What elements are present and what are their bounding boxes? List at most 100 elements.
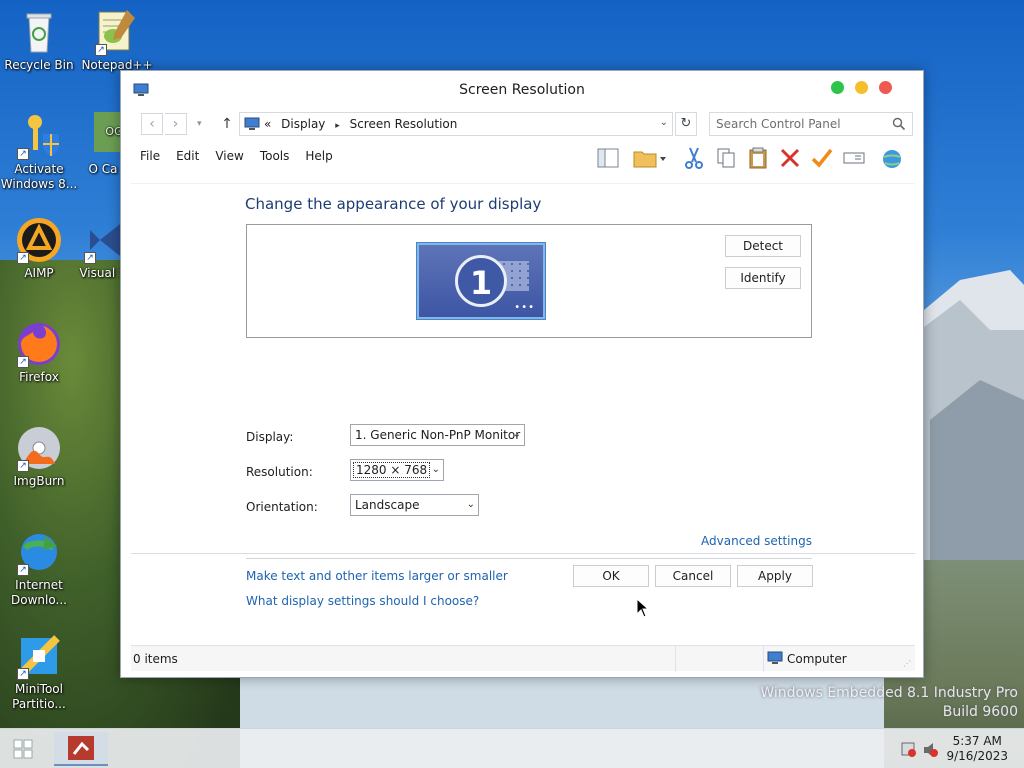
breadcrumb-separator-icon[interactable]: ▸ bbox=[335, 121, 340, 131]
recycle-bin-icon bbox=[15, 8, 63, 56]
breadcrumb-screen-resolution[interactable]: Screen Resolution bbox=[350, 117, 458, 131]
paste-icon[interactable] bbox=[745, 145, 771, 171]
windows-logo-icon bbox=[13, 739, 33, 759]
desktop-icon-aimp[interactable]: ↗ AIMP bbox=[0, 216, 78, 281]
chevron-down-icon: ⌄ bbox=[466, 499, 475, 510]
search-input[interactable] bbox=[716, 116, 886, 132]
forward-button[interactable]: › bbox=[165, 113, 187, 135]
back-button[interactable]: ‹ bbox=[141, 113, 163, 135]
status-separator bbox=[763, 646, 764, 672]
apply-button[interactable]: Apply bbox=[737, 565, 813, 587]
main-content: Change the appearance of your display 1 … bbox=[131, 183, 915, 623]
layout-pane-icon[interactable] bbox=[595, 145, 621, 171]
monitor-1-tile[interactable]: 1 ••• bbox=[417, 243, 545, 319]
key-shield-icon: ↗ bbox=[15, 112, 63, 160]
copy-icon[interactable] bbox=[713, 145, 739, 171]
computer-icon bbox=[767, 651, 783, 664]
window-titlebar[interactable]: Screen Resolution bbox=[121, 71, 923, 111]
desktop-icon-firefox[interactable]: ↗ Firefox bbox=[0, 320, 78, 385]
firefox-icon: ↗ bbox=[15, 320, 63, 368]
start-button[interactable] bbox=[4, 733, 42, 765]
rename-icon[interactable] bbox=[841, 145, 867, 171]
display-arrangement-panel: 1 ••• Detect Identify bbox=[246, 224, 812, 338]
os-watermark: Windows Embedded 8.1 Industry Pro Build … bbox=[760, 685, 1018, 720]
globe-icon[interactable] bbox=[879, 145, 905, 171]
desktop-icon-internet-download-manager[interactable]: ↗ Internet Downlo... bbox=[0, 528, 78, 608]
item-count: 0 items bbox=[133, 652, 178, 666]
shortcut-arrow-icon: ↗ bbox=[17, 564, 29, 576]
toolbox-icon bbox=[68, 736, 94, 760]
up-button[interactable]: ↑ bbox=[217, 113, 237, 135]
detect-button[interactable]: Detect bbox=[725, 235, 801, 257]
display-select[interactable]: 1. Generic Non-PnP Monitor ⌄ bbox=[350, 424, 525, 446]
shortcut-arrow-icon: ↗ bbox=[17, 460, 29, 472]
arrow-up-icon: ↑ bbox=[221, 116, 233, 132]
resize-grip-icon[interactable]: ⋰ bbox=[903, 659, 913, 669]
taskbar-app-control-panel[interactable] bbox=[54, 732, 108, 766]
recent-pages-dropdown[interactable]: ▾ bbox=[197, 114, 211, 134]
menu-bar: File Edit View Tools Help bbox=[131, 145, 340, 169]
maximize-button[interactable] bbox=[831, 81, 844, 94]
screen-resolution-window: Screen Resolution ‹ › ▾ ↑ « Display ▸ Sc… bbox=[120, 70, 924, 678]
menu-help[interactable]: Help bbox=[296, 145, 339, 163]
properties-check-icon[interactable] bbox=[809, 145, 835, 171]
search-box bbox=[709, 112, 913, 136]
chevron-down-icon: ⌄ bbox=[431, 464, 440, 475]
taskbar: 5:37 AM 9/16/2023 bbox=[0, 728, 1024, 768]
breadcrumb-display[interactable]: Display bbox=[281, 117, 325, 131]
disc-icon: ↗ bbox=[15, 424, 63, 472]
cut-icon[interactable] bbox=[681, 145, 707, 171]
display-label-text: Display: bbox=[246, 430, 294, 444]
desktop-icon-activate-windows[interactable]: ↗ Activate Windows 8... bbox=[0, 112, 78, 192]
chevron-right-icon: › bbox=[172, 116, 179, 132]
chevron-down-icon: ⌄ bbox=[512, 429, 521, 440]
status-separator bbox=[675, 646, 676, 672]
menu-view[interactable]: View bbox=[206, 145, 250, 163]
resolution-select[interactable]: 1280 × 768 ⌄ bbox=[350, 459, 444, 481]
monitor-number-badge: 1 bbox=[455, 255, 507, 307]
chevron-down-icon: ▾ bbox=[197, 119, 202, 129]
menu-tools[interactable]: Tools bbox=[251, 145, 297, 163]
desktop-icon-imgburn[interactable]: ↗ ImgBurn bbox=[0, 424, 78, 489]
volume-muted-icon[interactable] bbox=[924, 743, 938, 757]
globe-download-icon: ↗ bbox=[15, 528, 63, 576]
menu-edit[interactable]: Edit bbox=[167, 145, 206, 163]
taskbar-clock[interactable]: 5:37 AM 9/16/2023 bbox=[946, 734, 1008, 764]
page-title: Change the appearance of your display bbox=[245, 195, 542, 213]
address-dropdown-icon[interactable]: ⌄ bbox=[660, 117, 668, 128]
refresh-button[interactable]: ↻ bbox=[675, 112, 697, 136]
monitor-dots-icon: ••• bbox=[514, 302, 535, 313]
advanced-settings-link[interactable]: Advanced settings bbox=[701, 534, 812, 548]
address-bar[interactable]: « Display ▸ Screen Resolution ⌄ bbox=[239, 112, 673, 136]
display-help-link[interactable]: What display settings should I choose? bbox=[246, 594, 479, 608]
breadcrumb-overflow[interactable]: « bbox=[264, 117, 271, 131]
shortcut-arrow-icon: ↗ bbox=[17, 252, 29, 264]
orientation-select[interactable]: Landscape ⌄ bbox=[350, 494, 479, 516]
aimp-icon: ↗ bbox=[15, 216, 63, 264]
shortcut-arrow-icon: ↗ bbox=[17, 356, 29, 368]
desktop-icon-notepad-plus-plus[interactable]: ↗ Notepad++ bbox=[78, 8, 156, 73]
address-toolbar: ‹ › ▾ ↑ « Display ▸ Screen Resolution ⌄ … bbox=[131, 111, 917, 139]
computer-icon bbox=[244, 117, 260, 130]
search-icon[interactable] bbox=[892, 117, 906, 131]
breadcrumb: « Display ▸ Screen Resolution bbox=[264, 117, 463, 131]
shortcut-arrow-icon: ↗ bbox=[84, 252, 96, 264]
text-size-link[interactable]: Make text and other items larger or smal… bbox=[246, 569, 508, 583]
section-divider bbox=[246, 558, 812, 559]
folder-options-icon[interactable] bbox=[631, 145, 667, 171]
network-warning-icon[interactable] bbox=[901, 742, 916, 757]
mouse-cursor-icon bbox=[636, 598, 650, 618]
status-location: Computer bbox=[767, 651, 847, 666]
shortcut-arrow-icon: ↗ bbox=[17, 148, 29, 160]
ok-button[interactable]: OK bbox=[573, 565, 649, 587]
desktop-icon-minitool[interactable]: ↗ MiniTool Partitio... bbox=[0, 632, 78, 712]
delete-icon[interactable] bbox=[777, 145, 803, 171]
menu-file[interactable]: File bbox=[131, 145, 167, 163]
minimize-button[interactable] bbox=[855, 81, 868, 94]
identify-button[interactable]: Identify bbox=[725, 267, 801, 289]
cancel-button[interactable]: Cancel bbox=[655, 565, 731, 587]
desktop-icon-recycle-bin[interactable]: Recycle Bin bbox=[0, 8, 78, 73]
status-bar: 0 items Computer ⋰ bbox=[131, 645, 915, 672]
close-button[interactable] bbox=[879, 81, 892, 94]
orientation-label: Orientation: bbox=[246, 500, 318, 514]
